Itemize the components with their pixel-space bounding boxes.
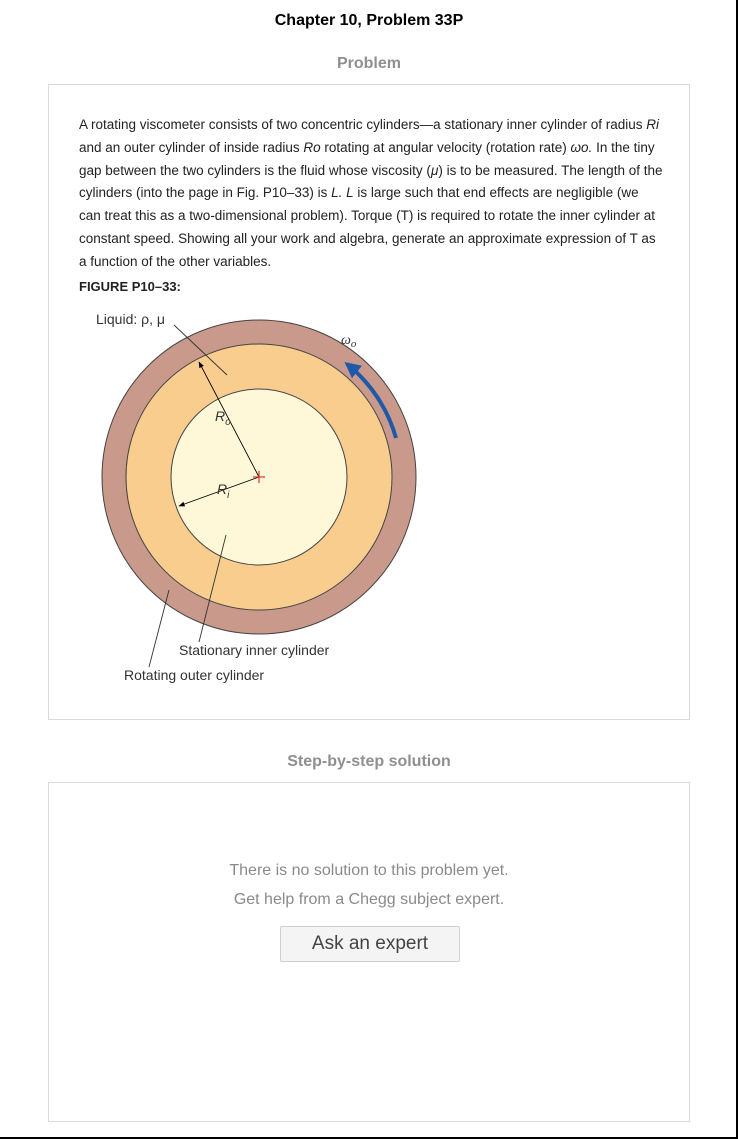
solution-panel: There is no solution to this problem yet…	[48, 782, 690, 1122]
no-solution-message: There is no solution to this problem yet…	[229, 862, 509, 879]
solution-heading: Step-by-step solution	[287, 753, 451, 770]
problem-panel: A rotating viscometer consists of two co…	[48, 84, 690, 720]
omega-label: ωo	[341, 333, 357, 350]
problem-heading: Problem	[336, 55, 401, 72]
outer-leader-line	[148, 589, 170, 668]
liquid-label: Liquid: ρ, μ	[96, 311, 165, 327]
expert-help-message: Get help from a Chegg subject expert.	[233, 891, 505, 908]
viscometer-figure: Liquid: ρ, μ ωo Ro Ri Stationary inner c…	[96, 311, 417, 683]
inner-cylinder-label: Stationary inner cylinder	[179, 642, 330, 658]
page-title: Chapter 10, Problem 33P	[274, 12, 464, 29]
ask-an-expert-button[interactable]: Ask an expert	[280, 926, 460, 962]
outer-cylinder-label: Rotating outer cylinder	[124, 667, 264, 683]
